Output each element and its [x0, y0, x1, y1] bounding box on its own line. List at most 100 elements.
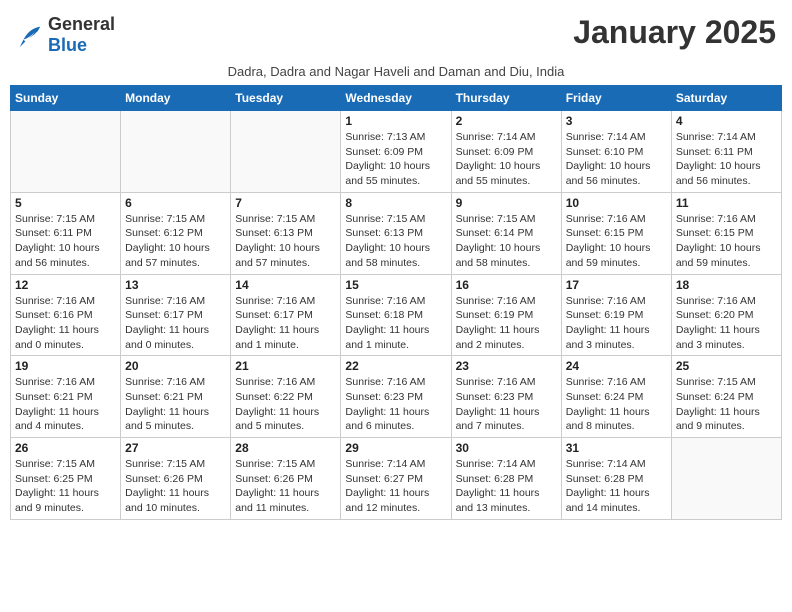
- col-header-sunday: Sunday: [11, 86, 121, 111]
- day-info: Sunrise: 7:16 AM Sunset: 6:22 PM Dayligh…: [235, 375, 336, 434]
- day-number: 1: [345, 114, 446, 128]
- calendar-week-2: 5 Sunrise: 7:15 AM Sunset: 6:11 PM Daylig…: [11, 192, 782, 274]
- col-header-monday: Monday: [121, 86, 231, 111]
- day-number: 4: [676, 114, 777, 128]
- day-number: 31: [566, 441, 667, 455]
- col-header-saturday: Saturday: [671, 86, 781, 111]
- table-row: 10Sunrise: 7:16 AM Sunset: 6:15 PM Dayli…: [561, 192, 671, 274]
- day-number: 20: [125, 359, 226, 373]
- table-row: 7 Sunrise: 7:15 AM Sunset: 6:13 PM Daylig…: [231, 192, 341, 274]
- day-number: 26: [15, 441, 116, 455]
- day-info: Sunrise: 7:16 AM Sunset: 6:23 PM Dayligh…: [345, 375, 446, 434]
- table-row: 27Sunrise: 7:15 AM Sunset: 6:26 PM Dayli…: [121, 438, 231, 520]
- calendar-week-3: 12 Sunrise: 7:16 AM Sunset: 6:16 PM Dayli…: [11, 274, 782, 356]
- day-info: Sunrise: 7:14 AM Sunset: 6:11 PM Dayligh…: [676, 130, 777, 189]
- col-header-wednesday: Wednesday: [341, 86, 451, 111]
- col-header-tuesday: Tuesday: [231, 86, 341, 111]
- table-row: 9 Sunrise: 7:15 AM Sunset: 6:14 PM Daylig…: [451, 192, 561, 274]
- day-info: Sunrise: 7:16 AM Sunset: 6:19 PM Dayligh…: [456, 294, 557, 353]
- day-number: 30: [456, 441, 557, 455]
- table-row: 23 Sunrise: 7:16 AM Sunset: 6:23 PM Dayli…: [451, 356, 561, 438]
- day-info: Sunrise: 7:15 AM Sunset: 6:14 PM Dayligh…: [456, 212, 557, 271]
- day-info: Sunrise: 7:14 AM Sunset: 6:09 PM Dayligh…: [456, 130, 557, 189]
- table-row: 22Sunrise: 7:16 AM Sunset: 6:23 PM Dayli…: [341, 356, 451, 438]
- table-row: 20 Sunrise: 7:16 AM Sunset: 6:21 PM Dayli…: [121, 356, 231, 438]
- day-info: Sunrise: 7:16 AM Sunset: 6:18 PM Dayligh…: [345, 294, 446, 353]
- table-row: [121, 111, 231, 193]
- day-number: 24: [566, 359, 667, 373]
- month-title: January 2025: [573, 14, 776, 51]
- logo: General Blue: [16, 14, 115, 56]
- day-info: Sunrise: 7:15 AM Sunset: 6:13 PM Dayligh…: [235, 212, 336, 271]
- calendar-week-1: 1Sunrise: 7:13 AM Sunset: 6:09 PM Daylig…: [11, 111, 782, 193]
- table-row: 14 Sunrise: 7:16 AM Sunset: 6:17 PM Dayli…: [231, 274, 341, 356]
- table-row: 28 Sunrise: 7:15 AM Sunset: 6:26 PM Dayli…: [231, 438, 341, 520]
- table-row: 12 Sunrise: 7:16 AM Sunset: 6:16 PM Dayli…: [11, 274, 121, 356]
- day-info: Sunrise: 7:16 AM Sunset: 6:21 PM Dayligh…: [15, 375, 116, 434]
- day-info: Sunrise: 7:14 AM Sunset: 6:28 PM Dayligh…: [566, 457, 667, 516]
- day-info: Sunrise: 7:15 AM Sunset: 6:26 PM Dayligh…: [235, 457, 336, 516]
- day-info: Sunrise: 7:16 AM Sunset: 6:23 PM Dayligh…: [456, 375, 557, 434]
- day-info: Sunrise: 7:16 AM Sunset: 6:15 PM Dayligh…: [676, 212, 777, 271]
- day-info: Sunrise: 7:15 AM Sunset: 6:12 PM Dayligh…: [125, 212, 226, 271]
- table-row: [231, 111, 341, 193]
- calendar-week-5: 26 Sunrise: 7:15 AM Sunset: 6:25 PM Dayli…: [11, 438, 782, 520]
- day-number: 2: [456, 114, 557, 128]
- table-row: 21 Sunrise: 7:16 AM Sunset: 6:22 PM Dayli…: [231, 356, 341, 438]
- day-info: Sunrise: 7:16 AM Sunset: 6:17 PM Dayligh…: [125, 294, 226, 353]
- table-row: 13 Sunrise: 7:16 AM Sunset: 6:17 PM Dayli…: [121, 274, 231, 356]
- table-row: 11Sunrise: 7:16 AM Sunset: 6:15 PM Dayli…: [671, 192, 781, 274]
- col-header-thursday: Thursday: [451, 86, 561, 111]
- day-info: Sunrise: 7:16 AM Sunset: 6:20 PM Dayligh…: [676, 294, 777, 353]
- day-info: Sunrise: 7:16 AM Sunset: 6:16 PM Dayligh…: [15, 294, 116, 353]
- table-row: 29 Sunrise: 7:14 AM Sunset: 6:27 PM Dayli…: [341, 438, 451, 520]
- day-info: Sunrise: 7:16 AM Sunset: 6:24 PM Dayligh…: [566, 375, 667, 434]
- header: General Blue January 2025: [10, 10, 782, 60]
- table-row: 5 Sunrise: 7:15 AM Sunset: 6:11 PM Daylig…: [11, 192, 121, 274]
- day-number: 12: [15, 278, 116, 292]
- table-row: 25Sunrise: 7:15 AM Sunset: 6:24 PM Dayli…: [671, 356, 781, 438]
- table-row: 24 Sunrise: 7:16 AM Sunset: 6:24 PM Dayli…: [561, 356, 671, 438]
- day-number: 3: [566, 114, 667, 128]
- day-info: Sunrise: 7:15 AM Sunset: 6:25 PM Dayligh…: [15, 457, 116, 516]
- day-number: 29: [345, 441, 446, 455]
- table-row: [671, 438, 781, 520]
- day-info: Sunrise: 7:16 AM Sunset: 6:21 PM Dayligh…: [125, 375, 226, 434]
- day-number: 21: [235, 359, 336, 373]
- table-row: 8Sunrise: 7:15 AM Sunset: 6:13 PM Daylig…: [341, 192, 451, 274]
- logo-icon: [16, 21, 44, 49]
- table-row: 15Sunrise: 7:16 AM Sunset: 6:18 PM Dayli…: [341, 274, 451, 356]
- day-number: 5: [15, 196, 116, 210]
- day-info: Sunrise: 7:15 AM Sunset: 6:26 PM Dayligh…: [125, 457, 226, 516]
- logo-text: General Blue: [48, 14, 115, 56]
- day-number: 8: [345, 196, 446, 210]
- day-info: Sunrise: 7:16 AM Sunset: 6:19 PM Dayligh…: [566, 294, 667, 353]
- table-row: 1Sunrise: 7:13 AM Sunset: 6:09 PM Daylig…: [341, 111, 451, 193]
- day-info: Sunrise: 7:14 AM Sunset: 6:27 PM Dayligh…: [345, 457, 446, 516]
- calendar-header-row: SundayMondayTuesdayWednesdayThursdayFrid…: [11, 86, 782, 111]
- day-number: 13: [125, 278, 226, 292]
- day-number: 10: [566, 196, 667, 210]
- table-row: 17 Sunrise: 7:16 AM Sunset: 6:19 PM Dayli…: [561, 274, 671, 356]
- day-number: 19: [15, 359, 116, 373]
- day-number: 9: [456, 196, 557, 210]
- table-row: 31 Sunrise: 7:14 AM Sunset: 6:28 PM Dayli…: [561, 438, 671, 520]
- table-row: [11, 111, 121, 193]
- day-info: Sunrise: 7:15 AM Sunset: 6:24 PM Dayligh…: [676, 375, 777, 434]
- table-row: 18 Sunrise: 7:16 AM Sunset: 6:20 PM Dayli…: [671, 274, 781, 356]
- day-number: 14: [235, 278, 336, 292]
- day-info: Sunrise: 7:16 AM Sunset: 6:17 PM Dayligh…: [235, 294, 336, 353]
- day-number: 7: [235, 196, 336, 210]
- table-row: 3Sunrise: 7:14 AM Sunset: 6:10 PM Daylig…: [561, 111, 671, 193]
- table-row: 16Sunrise: 7:16 AM Sunset: 6:19 PM Dayli…: [451, 274, 561, 356]
- table-row: 19 Sunrise: 7:16 AM Sunset: 6:21 PM Dayli…: [11, 356, 121, 438]
- day-number: 6: [125, 196, 226, 210]
- calendar-week-4: 19 Sunrise: 7:16 AM Sunset: 6:21 PM Dayli…: [11, 356, 782, 438]
- table-row: 26 Sunrise: 7:15 AM Sunset: 6:25 PM Dayli…: [11, 438, 121, 520]
- day-number: 23: [456, 359, 557, 373]
- day-info: Sunrise: 7:15 AM Sunset: 6:11 PM Dayligh…: [15, 212, 116, 271]
- day-number: 18: [676, 278, 777, 292]
- table-row: 4 Sunrise: 7:14 AM Sunset: 6:11 PM Daylig…: [671, 111, 781, 193]
- day-number: 28: [235, 441, 336, 455]
- day-number: 17: [566, 278, 667, 292]
